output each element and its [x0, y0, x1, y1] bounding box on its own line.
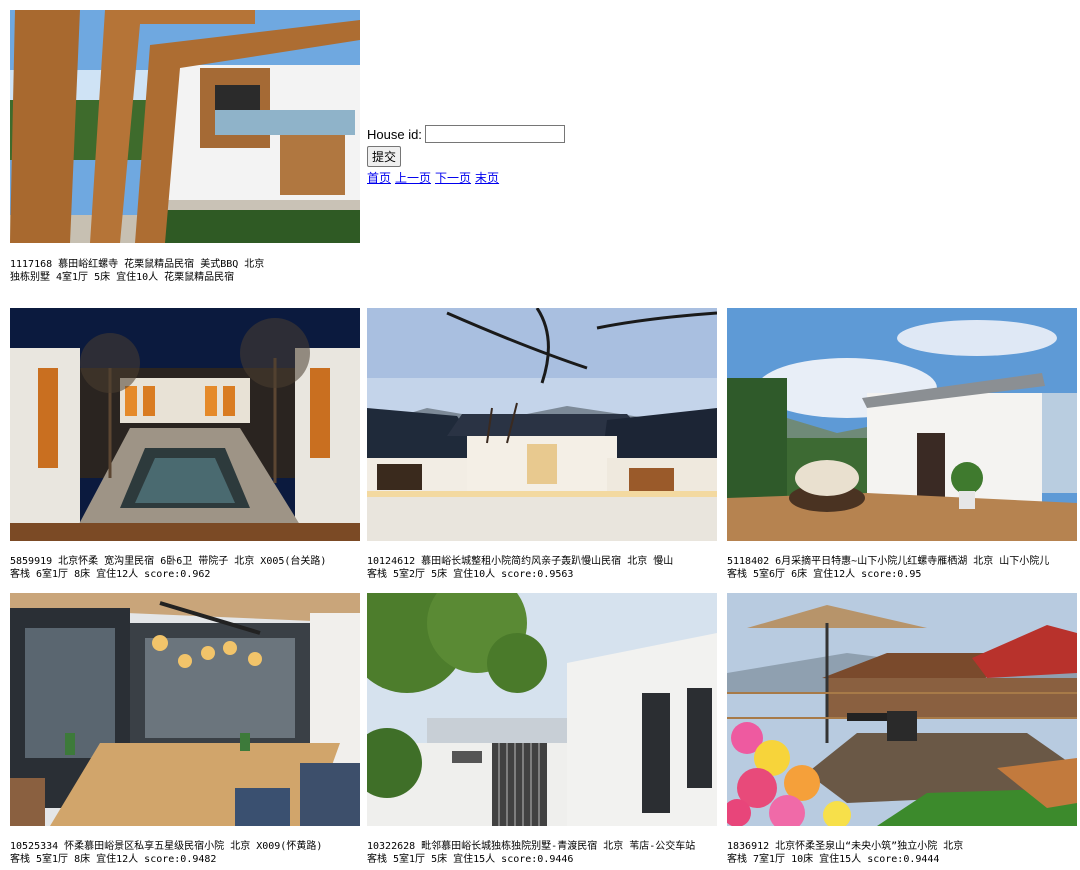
query-house-title: 1117168 慕田峪红螺寺 花栗鼠精品民宿 美式BBQ 北京 — [10, 259, 265, 270]
result-details: 客栈 6室1厅 8床 宜住12人 score:0.962 — [10, 569, 211, 580]
next-page-link[interactable]: 下一页 — [435, 171, 471, 185]
result-details: 客栈 5室6厅 6床 宜住12人 score:0.95 — [727, 569, 922, 580]
result-title: 5118402 6月采摘平日特惠~山下小院儿红螺寺雁栖湖 北京 山下小院儿 — [727, 556, 1050, 567]
result-card[interactable]: 1836912 北京怀柔圣泉山“未央小筑”独立小院 北京 客栈 7室1厅 10床… — [727, 593, 1077, 866]
query-house-photo — [10, 10, 360, 243]
result-card[interactable]: 5118402 6月采摘平日特惠~山下小院儿红螺寺雁栖湖 北京 山下小院儿 客栈… — [727, 308, 1077, 581]
first-page-link[interactable]: 首页 — [367, 171, 391, 185]
result-photo — [727, 593, 1077, 826]
result-title: 10525334 怀柔慕田峪景区私享五星级民宿小院 北京 X009(怀黄路) — [10, 841, 323, 852]
result-caption: 10525334 怀柔慕田峪景区私享五星级民宿小院 北京 X009(怀黄路) 客… — [10, 840, 360, 866]
result-card[interactable]: 10525334 怀柔慕田峪景区私享五星级民宿小院 北京 X009(怀黄路) 客… — [10, 593, 360, 866]
query-house-caption: 1117168 慕田峪红螺寺 花栗鼠精品民宿 美式BBQ 北京 独栋别墅 4室1… — [10, 258, 300, 284]
rooftop-terrace-white-house-image — [727, 308, 1077, 541]
result-photo — [727, 308, 1077, 541]
result-card[interactable]: 10322628 毗邻慕田峪长城独栋独院别墅-青渡民宿 北京 苇店-公交车站 客… — [367, 593, 717, 866]
prev-page-link[interactable]: 上一页 — [395, 171, 431, 185]
submit-button[interactable]: 提交 — [367, 146, 402, 167]
result-details: 客栈 5室1厅 8床 宜住12人 score:0.9482 — [10, 854, 217, 865]
result-caption: 5118402 6月采摘平日特惠~山下小院儿红螺寺雁栖湖 北京 山下小院儿 客栈… — [727, 555, 1077, 581]
result-photo — [10, 308, 360, 541]
result-title: 1836912 北京怀柔圣泉山“未央小筑”独立小院 北京 — [727, 841, 964, 852]
result-card[interactable]: 5859919 北京怀柔 宽沟里民宿 6卧6卫 带院子 北京 X005(台关路)… — [10, 308, 360, 581]
result-caption: 10322628 毗邻慕田峪长城独栋独院别墅-青渡民宿 北京 苇店-公交车站 客… — [367, 840, 717, 866]
result-caption: 1836912 北京怀柔圣泉山“未央小筑”独立小院 北京 客栈 7室1厅 10床… — [727, 840, 1077, 866]
result-details: 客栈 5室1厅 5床 宜住15人 score:0.9446 — [367, 854, 574, 865]
result-caption: 10124612 慕田峪长城整租小院简约风亲子轰趴慢山民宿 北京 慢山 客栈 5… — [367, 555, 717, 581]
dining-room-wood-table-image — [10, 593, 360, 826]
result-title: 10322628 毗邻慕田峪长城独栋独院别墅-青渡民宿 北京 苇店-公交车站 — [367, 841, 696, 852]
query-house-card: 1117168 慕田峪红螺寺 花栗鼠精品民宿 美式BBQ 北京 独栋别墅 4室1… — [10, 10, 360, 284]
result-photo — [10, 593, 360, 826]
house-id-input[interactable] — [424, 125, 565, 143]
query-house-details: 独栋别墅 4室1厅 5床 宜住10人 花栗鼠精品民宿 — [10, 272, 235, 283]
modern-villa-wooden-frame-image — [10, 10, 360, 243]
result-title: 5859919 北京怀柔 宽沟里民宿 6卧6卫 带院子 北京 X005(台关路) — [10, 556, 327, 567]
house-id-form: House id: 提交 首页 上一页 下一页 末页 — [367, 124, 565, 186]
chinese-courtyard-dusk-image — [367, 308, 717, 541]
result-photo — [367, 308, 717, 541]
result-title: 10124612 慕田峪长城整租小院简约风亲子轰趴慢山民宿 北京 慢山 — [367, 556, 674, 567]
flower-terrace-umbrella-image — [727, 593, 1077, 826]
white-villa-gate-image — [367, 593, 717, 826]
result-details: 客栈 7室1厅 10床 宜住15人 score:0.9444 — [727, 854, 940, 865]
result-card[interactable]: 10124612 慕田峪长城整租小院简约风亲子轰趴慢山民宿 北京 慢山 客栈 5… — [367, 308, 717, 581]
house-id-label: House id: — [367, 126, 422, 142]
result-photo — [367, 593, 717, 826]
last-page-link[interactable]: 末页 — [475, 171, 499, 185]
result-caption: 5859919 北京怀柔 宽沟里民宿 6卧6卫 带院子 北京 X005(台关路)… — [10, 555, 360, 581]
result-details: 客栈 5室2厅 5床 宜住10人 score:0.9563 — [367, 569, 574, 580]
courtyard-night-image — [10, 308, 360, 541]
pagination: 首页 上一页 下一页 末页 — [367, 169, 565, 186]
